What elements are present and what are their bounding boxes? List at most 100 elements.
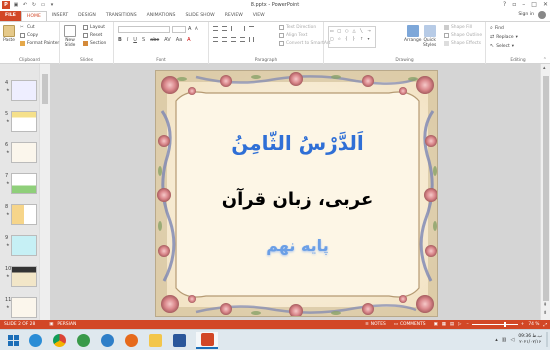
reset-button[interactable]: Reset	[83, 33, 102, 38]
shape-outline-button[interactable]: Shape Outline	[444, 33, 482, 38]
tab-review[interactable]: REVIEW	[220, 11, 248, 21]
paste-button[interactable]: Paste	[3, 25, 15, 43]
font-size-dropdown[interactable]	[172, 26, 186, 33]
scroll-up-icon[interactable]: ▴	[543, 65, 546, 71]
tab-design[interactable]: DESIGN	[73, 11, 101, 21]
show-desktop-button[interactable]	[546, 332, 548, 347]
slide-grade-label[interactable]: پایه نهم	[156, 236, 437, 255]
spelling-icon[interactable]: ▣	[49, 322, 53, 327]
numbering-icon[interactable]	[222, 26, 227, 31]
network-icon[interactable]: ▥	[502, 337, 507, 343]
taskbar-clock[interactable]: 09:36 ب.ظ ۲۰۲۱/۰۲/۱۶	[518, 334, 542, 346]
help-icon[interactable]: ?	[503, 1, 506, 8]
user-avatar-icon[interactable]	[538, 11, 546, 19]
tab-transitions[interactable]: TRANSITIONS	[101, 11, 142, 21]
notes-button[interactable]: ≡ NOTES	[365, 322, 386, 327]
cut-button[interactable]: ✂ Cut	[20, 25, 35, 30]
taskbar-firefox[interactable]	[120, 332, 142, 349]
shape-fill-button[interactable]: Shape Fill	[444, 25, 472, 30]
slide-subtitle[interactable]: عربی، زبان قرآن	[156, 189, 437, 210]
fit-slide-icon[interactable]: ⤢	[543, 322, 547, 328]
slide-title-arabic[interactable]: اَلدَّرْسُ الثّامِنُ	[156, 131, 437, 155]
zoom-slider[interactable]	[471, 322, 518, 327]
select-button[interactable]: ↖ Select ▾	[490, 43, 514, 49]
close-icon[interactable]: ✕	[543, 1, 548, 8]
sign-in-link[interactable]: Sign in	[518, 12, 534, 17]
thumbnails-scrollbar[interactable]	[39, 64, 50, 320]
font-color-icon[interactable]: A	[187, 37, 190, 43]
tab-file[interactable]: FILE	[0, 11, 21, 21]
decrease-indent-icon[interactable]	[231, 26, 236, 31]
minimize-icon[interactable]: –	[522, 1, 525, 8]
char-spacing-icon[interactable]: AV	[164, 37, 171, 43]
thumbnail-number: 8	[5, 204, 9, 210]
next-slide-icon[interactable]: ⇟	[543, 310, 547, 316]
text-direction-button[interactable]: Text Direction	[279, 25, 316, 30]
ribbon-display-icon[interactable]: ▫	[512, 1, 516, 8]
tab-home[interactable]: HOME	[20, 11, 47, 21]
start-button[interactable]	[2, 332, 24, 349]
tab-view[interactable]: VIEW	[248, 11, 270, 21]
align-left-icon[interactable]	[213, 37, 218, 42]
language-indicator[interactable]: PERSIAN	[57, 322, 76, 327]
quick-styles-button[interactable]: Quick Styles	[423, 25, 436, 48]
show-hidden-icons-icon[interactable]: ▴	[495, 337, 498, 343]
convert-smartart-button[interactable]: Convert to SmartArt	[279, 41, 330, 46]
replace-button[interactable]: ⇄ Replace ▾	[490, 34, 518, 40]
taskbar-globe[interactable]	[96, 332, 118, 349]
volume-icon[interactable]: ◁	[510, 337, 514, 343]
line-spacing-icon[interactable]	[249, 26, 254, 31]
tab-slide-show[interactable]: SLIDE SHOW	[180, 11, 219, 21]
slide-vertical-scrollbar[interactable]: ▴ ⇞ ⇟	[540, 64, 550, 320]
strikethrough-icon[interactable]: abc	[150, 37, 159, 43]
slide-scroll-thumb[interactable]	[543, 76, 549, 301]
change-case-icon[interactable]: Aa	[176, 37, 182, 43]
taskbar-word[interactable]	[168, 332, 190, 349]
maximize-icon[interactable]: □	[531, 1, 537, 8]
font-name-dropdown[interactable]	[118, 26, 170, 33]
shrink-font-icon[interactable]: A	[195, 26, 198, 31]
zoom-in-icon[interactable]: +	[521, 322, 525, 327]
zoom-level[interactable]: 74 %	[528, 322, 539, 327]
bold-icon[interactable]: B	[118, 37, 122, 43]
current-slide[interactable]: اَلدَّرْسُ الثّامِنُ عربی، زبان قرآن پای…	[155, 70, 438, 317]
copy-button[interactable]: Copy	[20, 33, 38, 38]
align-center-icon[interactable]	[222, 37, 227, 42]
shapes-gallery[interactable]: ▭ □ ○ △ ╲ → ▢ ☆ { } ↑ ▾	[328, 26, 376, 48]
reading-view-icon[interactable]: ▤	[450, 322, 454, 327]
slide-show-view-icon[interactable]: ▷	[458, 322, 461, 327]
increase-indent-icon[interactable]	[240, 26, 245, 31]
taskbar-powerpoint[interactable]	[196, 332, 218, 349]
find-button[interactable]: ⌕ Find	[490, 25, 504, 31]
format-painter-button[interactable]: Format Painter	[20, 41, 59, 46]
align-right-icon[interactable]	[231, 37, 236, 42]
columns-icon[interactable]	[249, 37, 254, 42]
normal-view-icon[interactable]: ▣	[434, 322, 438, 327]
underline-icon[interactable]: U	[133, 37, 137, 43]
bullets-icon[interactable]	[213, 26, 218, 31]
taskbar-media[interactable]	[72, 332, 94, 349]
tab-insert[interactable]: INSERT	[47, 11, 73, 21]
taskbar-file-explorer[interactable]	[144, 332, 166, 349]
align-text-button[interactable]: Align Text	[279, 33, 307, 38]
shape-effects-button[interactable]: Shape Effects	[444, 41, 481, 46]
shadow-icon[interactable]: S	[142, 37, 145, 43]
thumbnail-image	[11, 235, 37, 256]
zoom-out-icon[interactable]: –	[466, 322, 468, 327]
taskbar-edge[interactable]	[24, 332, 46, 349]
italic-icon[interactable]: I	[127, 37, 128, 43]
justify-icon[interactable]	[240, 37, 245, 42]
taskbar-chrome[interactable]	[48, 332, 70, 349]
thumbnails-scroll-thumb[interactable]	[42, 74, 48, 104]
collapse-ribbon-icon[interactable]: ⌃	[543, 57, 547, 63]
arrange-button[interactable]: Arrange	[404, 25, 422, 43]
slide-sorter-view-icon[interactable]: ▦	[442, 322, 446, 327]
layout-button[interactable]: Layout	[83, 25, 105, 30]
tab-animations[interactable]: ANIMATIONS	[142, 11, 181, 21]
zoom-slider-thumb[interactable]	[503, 322, 506, 327]
section-button[interactable]: Section	[83, 41, 106, 46]
grow-font-icon[interactable]: A	[188, 26, 191, 32]
comments-button[interactable]: ▭ COMMENTS	[394, 322, 426, 327]
previous-slide-icon[interactable]: ⇞	[543, 302, 547, 308]
new-slide-button[interactable]: New Slide	[64, 25, 76, 48]
